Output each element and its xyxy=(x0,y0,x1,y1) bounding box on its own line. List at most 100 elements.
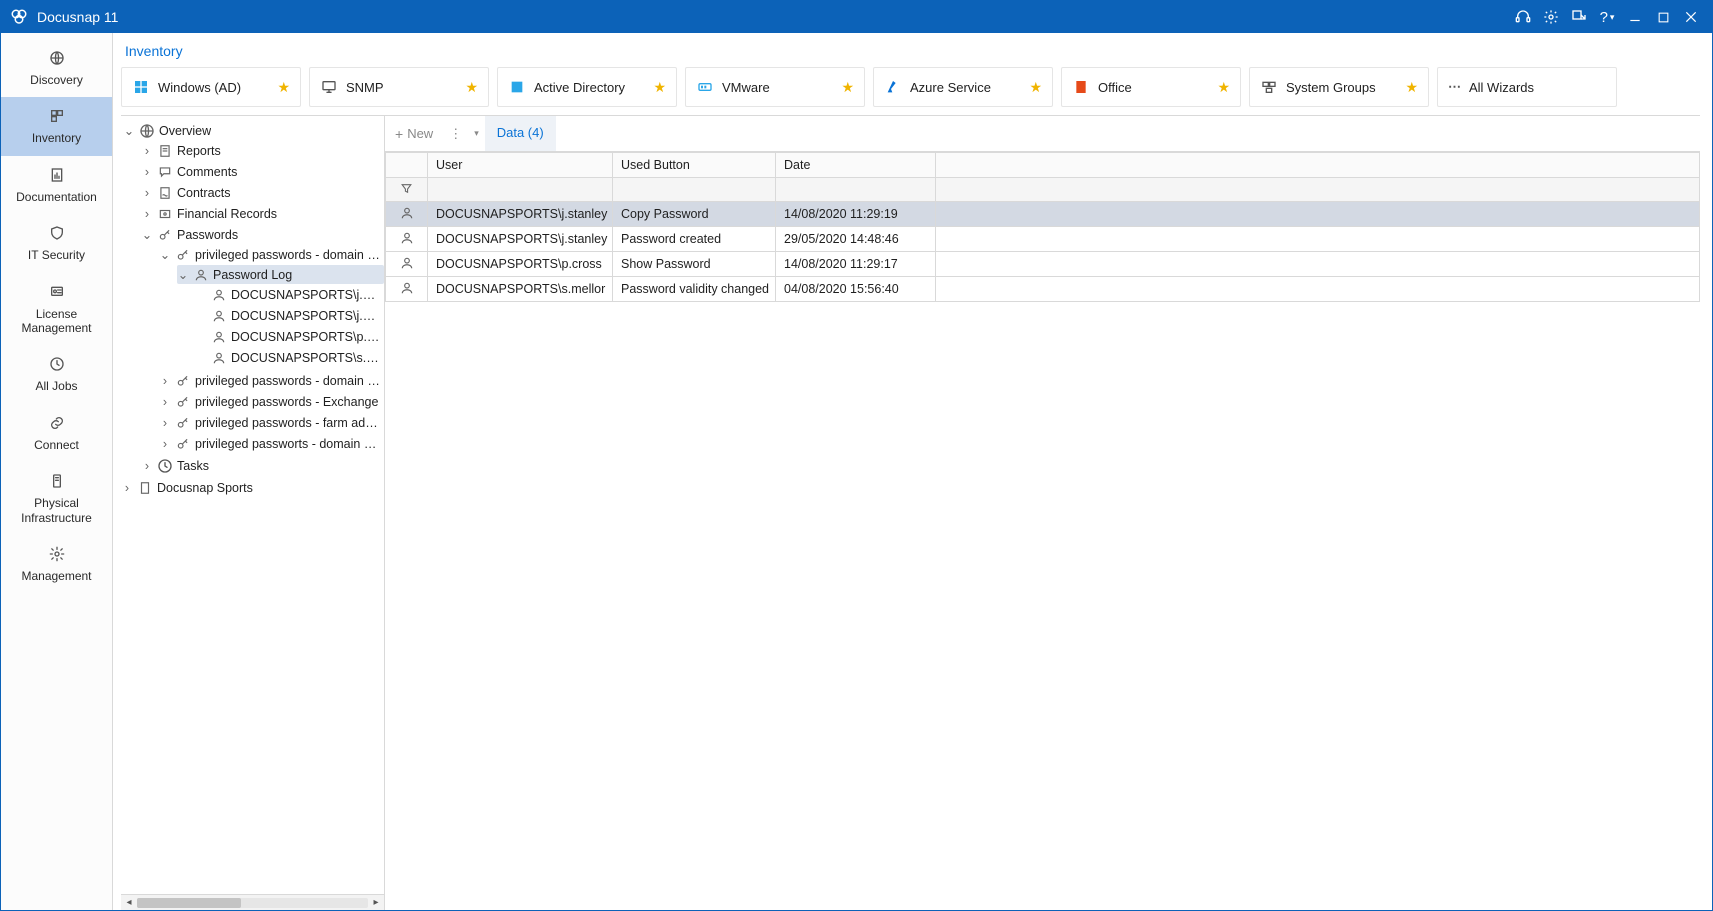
nav-item-license[interactable]: License Management xyxy=(1,273,112,346)
cell-date: 04/08/2020 15:56:40 xyxy=(776,277,936,302)
tree-node-overview[interactable]: ⌄Overview xyxy=(123,121,384,140)
report-icon xyxy=(157,143,173,159)
key-icon xyxy=(157,227,173,243)
tile-azure[interactable]: Azure Service★ xyxy=(873,67,1053,107)
table-row[interactable]: DOCUSNAPSPORTS\j.stanleyPassword created… xyxy=(386,227,1700,252)
tree-label: privileged passworts - domain admi xyxy=(195,437,380,451)
tile-vmware[interactable]: VMware★ xyxy=(685,67,865,107)
data-toolbar: + New ⋮ ▾ Data (4) xyxy=(385,116,1700,152)
tile-office[interactable]: Office ★ xyxy=(1061,67,1241,107)
tree-node[interactable]: ›Financial Records xyxy=(141,204,384,223)
financial-icon xyxy=(157,206,173,222)
tree-view[interactable]: ⌄Overview›Reports ›Comments ›Contracts ›Fin… xyxy=(121,116,384,894)
nav-item-documentation[interactable]: Documentation xyxy=(1,156,112,214)
tree-node[interactable]: ›privileged passwords - domain adm xyxy=(159,371,384,390)
tree-node[interactable]: ›Tasks xyxy=(141,456,384,475)
nav-item-discovery[interactable]: Discovery xyxy=(1,39,112,97)
tree-node[interactable]: DOCUSNAPSPORTS\j.stanley xyxy=(195,285,384,304)
tile-windows-ad[interactable]: Windows (AD)★ xyxy=(121,67,301,107)
tree-node[interactable]: DOCUSNAPSPORTS\s.mellor xyxy=(195,348,384,367)
dropdown-button[interactable]: ▾ xyxy=(468,116,485,151)
user-icon xyxy=(211,329,227,345)
tile-snmp[interactable]: SNMP★ xyxy=(309,67,489,107)
cell-used-button: Password created xyxy=(613,227,776,252)
comment-icon xyxy=(157,164,173,180)
star-icon: ★ xyxy=(653,79,666,96)
gear-icon[interactable] xyxy=(1538,4,1564,30)
tile-label: System Groups xyxy=(1286,80,1397,95)
scroll-left-icon[interactable]: ◂ xyxy=(121,895,137,911)
table-row[interactable]: DOCUSNAPSPORTS\j.stanleyCopy Password14/… xyxy=(386,202,1700,227)
tree-node[interactable]: ›Comments xyxy=(141,162,384,181)
tile-label: All Wizards xyxy=(1469,80,1606,95)
cell-date: 14/08/2020 11:29:17 xyxy=(776,252,936,277)
cell-used-button: Copy Password xyxy=(613,202,776,227)
user-icon xyxy=(193,267,209,283)
close-button[interactable] xyxy=(1678,4,1704,30)
new-button[interactable]: + New xyxy=(385,116,443,151)
nav-item-physical[interactable]: Physical Infrastructure xyxy=(1,462,112,535)
tree-node[interactable]: DOCUSNAPSPORTS\j.stanley xyxy=(195,306,384,325)
globe-icon xyxy=(139,123,155,139)
star-icon: ★ xyxy=(1029,79,1042,96)
data-grid[interactable]: UserUsed ButtonDate DOCUSNAPSPORTS\j.sta… xyxy=(385,152,1700,910)
user-icon xyxy=(386,202,428,227)
headset-icon[interactable] xyxy=(1510,4,1536,30)
column-header[interactable] xyxy=(386,153,428,178)
tree-node[interactable]: ›Reports xyxy=(141,141,384,160)
tile-label: Office xyxy=(1098,80,1209,95)
tile-active-directory[interactable]: Active Directory★ xyxy=(497,67,677,107)
user-icon xyxy=(386,227,428,252)
scroll-right-icon[interactable]: ▸ xyxy=(368,895,384,911)
ad-icon xyxy=(508,78,526,96)
tree-label: privileged passwords - farm adminis xyxy=(195,416,380,430)
tree-node[interactable]: ›privileged passwords - farm adminis xyxy=(159,413,384,432)
tree-node[interactable]: ⌄Passwords xyxy=(141,225,384,244)
cell-used-button: Show Password xyxy=(613,252,776,277)
minimize-button[interactable] xyxy=(1622,4,1648,30)
tree-node[interactable]: ›privileged passworts - domain admi xyxy=(159,434,384,453)
help-icon[interactable]: ? ▾ xyxy=(1594,4,1620,30)
column-header[interactable]: Date xyxy=(776,153,936,178)
nav-item-management[interactable]: Management xyxy=(1,535,112,593)
column-header[interactable]: Used Button xyxy=(613,153,776,178)
maximize-button[interactable] xyxy=(1650,4,1676,30)
tree-label: privileged passwords - domain adm xyxy=(195,248,380,262)
nav-item-connect[interactable]: Connect xyxy=(1,404,112,462)
nav-label: Inventory xyxy=(32,131,81,145)
tree-node[interactable]: ⌄Password Log xyxy=(177,265,384,284)
nav-label: Connect xyxy=(34,438,79,452)
shield-icon xyxy=(46,222,68,244)
nav-item-inventory[interactable]: Inventory xyxy=(1,97,112,155)
shortcut-icon[interactable] xyxy=(1566,4,1592,30)
clock-icon xyxy=(46,353,68,375)
dots-icon: ⋯ xyxy=(1448,79,1461,95)
nav-item-it-security[interactable]: IT Security xyxy=(1,214,112,272)
tree-label: Financial Records xyxy=(177,207,277,221)
column-header[interactable]: User xyxy=(428,153,613,178)
tree-label: privileged passwords - Exchange xyxy=(195,395,378,409)
table-row[interactable]: DOCUSNAPSPORTS\p.crossShow Password14/08… xyxy=(386,252,1700,277)
key-icon xyxy=(175,394,191,410)
section-title: Inventory xyxy=(121,41,1700,67)
star-icon: ★ xyxy=(1217,79,1230,96)
user-icon xyxy=(386,277,428,302)
tab-data[interactable]: Data (4) xyxy=(485,116,556,151)
table-row[interactable]: DOCUSNAPSPORTS\s.mellorPassword validity… xyxy=(386,277,1700,302)
tile-all-wizards[interactable]: ⋯ All Wizards xyxy=(1437,67,1617,107)
column-header[interactable] xyxy=(936,153,1700,178)
tree-node[interactable]: ›privileged passwords - Exchange xyxy=(159,392,384,411)
more-actions-button[interactable]: ⋮ xyxy=(443,116,468,151)
filter-icon[interactable] xyxy=(386,178,428,202)
tree-horizontal-scrollbar[interactable]: ◂ ▸ xyxy=(121,894,384,910)
tree-node[interactable]: ⌄privileged passwords - domain adm xyxy=(159,245,384,264)
tile-system-groups[interactable]: System Groups★ xyxy=(1249,67,1429,107)
key-icon xyxy=(175,247,191,263)
license-icon xyxy=(46,281,68,303)
nav-label: Discovery xyxy=(30,73,83,87)
tree-node[interactable]: ›Docusnap Sports xyxy=(121,478,384,497)
tree-node[interactable]: ›Contracts xyxy=(141,183,384,202)
nav-item-all-jobs[interactable]: All Jobs xyxy=(1,345,112,403)
filter-row[interactable] xyxy=(386,178,1700,202)
tree-node[interactable]: DOCUSNAPSPORTS\p.cross xyxy=(195,327,384,346)
